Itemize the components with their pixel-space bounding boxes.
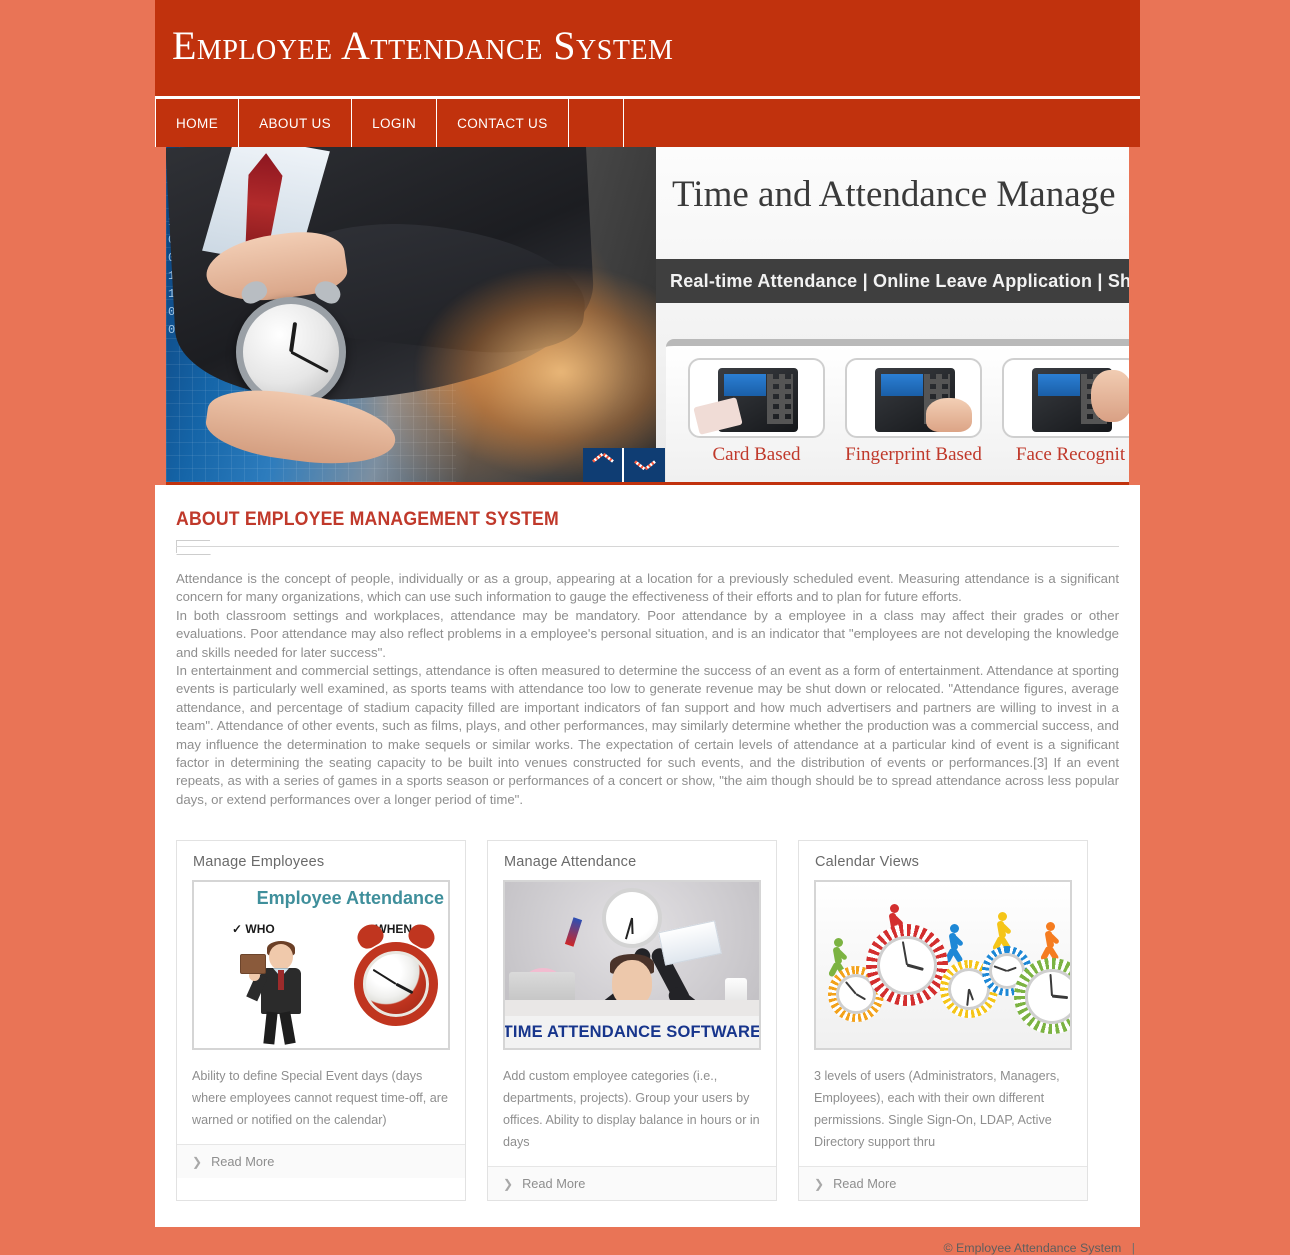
section-heading: ABOUT EMPLOYEE MANAGEMENT SYSTEM bbox=[176, 509, 559, 530]
clock-hour-hand bbox=[289, 322, 298, 353]
card-read-more-link[interactable]: ❯ Read More bbox=[177, 1144, 465, 1179]
card-read-more-link[interactable]: ❯ Read More bbox=[488, 1166, 776, 1201]
card-image-gears-runners bbox=[814, 880, 1072, 1051]
device-card-reader bbox=[688, 358, 825, 438]
card-description: Add custom employee categories (i.e., de… bbox=[503, 1069, 760, 1150]
page-wrapper: Employee Attendance System HOME ABOUT US… bbox=[155, 0, 1140, 1228]
chevron-right-icon: ❯ bbox=[503, 1176, 514, 1191]
finger-icon bbox=[926, 398, 972, 432]
footer-copyright: © Employee Attendance System bbox=[943, 1241, 1122, 1255]
hero-slide: 0100101101001011010010110100101101001011… bbox=[166, 147, 1129, 482]
leg-right-shape bbox=[279, 1011, 296, 1045]
alarm-hour-hand bbox=[395, 982, 414, 995]
leg-left-shape bbox=[263, 1011, 278, 1045]
face-reader-screen bbox=[1038, 374, 1080, 396]
feature-card-manage-attendance[interactable]: Manage Attendance TIME ATTENDANCE SOFTWA… bbox=[487, 840, 777, 1202]
device-label-card-based: Card Based bbox=[712, 444, 801, 465]
tie-shape bbox=[278, 970, 284, 991]
card-read-more-link[interactable]: ❯ Read More bbox=[799, 1166, 1087, 1201]
about-paragraph-3: In entertainment and commercial settings… bbox=[176, 663, 1119, 807]
read-more-label: Read More bbox=[833, 1176, 897, 1192]
gear-clock-red bbox=[866, 924, 948, 1007]
footer-separator: | bbox=[1131, 1241, 1135, 1255]
feature-card-calendar-views[interactable]: Calendar Views 3 levels of users (Admini… bbox=[798, 840, 1088, 1202]
carousel-controls bbox=[583, 448, 665, 482]
card-title: Manage Attendance bbox=[504, 854, 637, 871]
device-showcase: Card Based Fingerprint Based Face Recogn… bbox=[666, 339, 1129, 482]
about-paragraph-1: Attendance is the concept of people, ind… bbox=[176, 571, 1119, 605]
hero-feature-strip-text: Real-time Attendance | Online Leave Appl… bbox=[670, 270, 1129, 291]
multitasking-photo: TIME ATTENDANCE SOFTWARE bbox=[503, 882, 761, 1049]
wall-clock-icon bbox=[602, 888, 662, 949]
red-alarm-clock-icon bbox=[354, 942, 438, 1027]
device-labels: Card Based Fingerprint Based Face Recogn… bbox=[666, 438, 1129, 466]
head-shape bbox=[269, 944, 293, 971]
alarm-minute-hand bbox=[372, 969, 397, 986]
device-label-face-recognition: Face Recognit bbox=[1015, 444, 1126, 465]
feature-card-manage-employees[interactable]: Manage Employees Employee Attendance ✓ W… bbox=[176, 840, 466, 1202]
card-image-label-who: ✓ WHO bbox=[232, 922, 275, 937]
gears-illustration bbox=[816, 882, 1070, 1049]
face-icon bbox=[1091, 370, 1129, 422]
nav-item-home[interactable]: HOME bbox=[155, 99, 240, 147]
card-reader-screen bbox=[724, 374, 766, 396]
main-navigation: HOME ABOUT US LOGIN CONTACT US bbox=[155, 96, 1140, 147]
site-header: Employee Attendance System bbox=[155, 0, 1140, 96]
card-description: 3 levels of users (Administrators, Manag… bbox=[814, 1069, 1060, 1150]
hero-photo-businessman-clock: 0100101101001011010010110100101101001011… bbox=[166, 147, 706, 482]
read-more-label: Read More bbox=[211, 1154, 275, 1170]
read-more-label: Read More bbox=[522, 1176, 586, 1192]
device-face-reader bbox=[1002, 358, 1129, 438]
hero-headline: Time and Attendance Manage bbox=[672, 174, 1116, 215]
device-fingerprint-reader bbox=[845, 358, 982, 438]
card-title: Calendar Views bbox=[815, 854, 920, 871]
site-footer: © Employee Attendance System | bbox=[0, 1227, 1290, 1255]
card-title: Manage Employees bbox=[193, 854, 325, 871]
divider-notch bbox=[176, 540, 210, 553]
nav-item-about-us[interactable]: ABOUT US bbox=[239, 99, 353, 147]
card-reader-keypad bbox=[767, 374, 793, 424]
card-image-time-attendance-software: TIME ATTENDANCE SOFTWARE bbox=[503, 880, 761, 1051]
image-caption-band: TIME ATTENDANCE SOFTWARE bbox=[503, 1016, 761, 1049]
card-description: Ability to define Special Event days (da… bbox=[192, 1069, 448, 1128]
hero-text-panel: Time and Attendance Manage Real-time Att… bbox=[656, 147, 1129, 482]
main-content: ABOUT EMPLOYEE MANAGEMENT SYSTEM Attenda… bbox=[155, 485, 1140, 1228]
briefcase-icon bbox=[240, 954, 266, 975]
chevron-right-icon: ❯ bbox=[814, 1176, 825, 1191]
nav-item-contact-us[interactable]: CONTACT US bbox=[437, 99, 569, 147]
clock-minute-hand bbox=[290, 350, 329, 374]
device-row bbox=[666, 346, 1129, 438]
hero-carousel[interactable]: 0100101101001011010010110100101101001011… bbox=[166, 147, 1129, 485]
gear-clock-green bbox=[1014, 958, 1070, 1035]
chevron-right-icon: ❯ bbox=[192, 1154, 203, 1169]
carousel-next-button[interactable] bbox=[624, 448, 665, 482]
about-paragraph-2: In both classroom settings and workplace… bbox=[176, 607, 1119, 660]
page-title: Employee Attendance System bbox=[172, 23, 674, 68]
card-image-employee-attendance: Employee Attendance ✓ WHO ✓ WHEN bbox=[192, 880, 450, 1051]
nav-spacer bbox=[569, 99, 624, 147]
carousel-prev-button[interactable] bbox=[583, 448, 624, 482]
chevron-up-icon bbox=[593, 460, 613, 471]
card-image-heading: Employee Attendance bbox=[256, 888, 444, 909]
nav-item-login[interactable]: LOGIN bbox=[352, 99, 438, 147]
feature-cards: Manage Employees Employee Attendance ✓ W… bbox=[176, 840, 1119, 1202]
section-divider bbox=[176, 540, 1119, 554]
device-label-fingerprint-based: Fingerprint Based bbox=[845, 444, 982, 465]
hero-feature-strip: Real-time Attendance | Online Leave Appl… bbox=[656, 259, 1129, 303]
chevron-down-icon bbox=[635, 460, 655, 471]
card-image-caption: TIME ATTENDANCE SOFTWARE bbox=[503, 1022, 761, 1041]
fingerprint-reader-screen bbox=[881, 374, 923, 396]
